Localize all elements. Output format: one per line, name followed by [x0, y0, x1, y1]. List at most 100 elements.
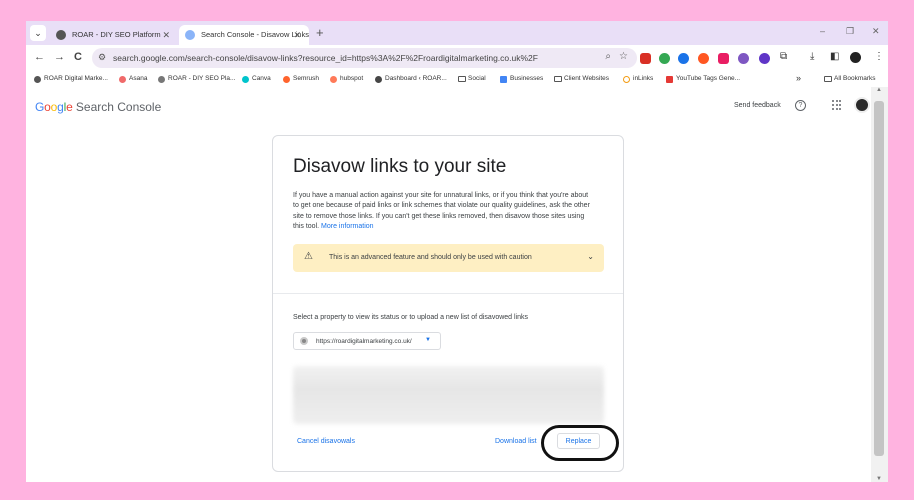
wordpress-icon [375, 76, 382, 83]
extension-icon[interactable] [640, 53, 651, 64]
roar-icon [158, 76, 165, 83]
folder-icon [554, 76, 562, 82]
scroll-up-icon[interactable]: ▲ [876, 87, 882, 93]
cancel-disavowals-button[interactable]: Cancel disavowals [297, 438, 355, 445]
roar-favicon-icon [56, 30, 66, 40]
back-button[interactable]: ← [34, 51, 45, 63]
semrush-icon [283, 76, 290, 83]
tab-close-icon[interactable]: ✕ [293, 25, 301, 45]
bookmark-label: Dashboard ‹ ROAR... [385, 75, 447, 82]
forward-button[interactable]: → [54, 51, 65, 63]
browser-menu-icon[interactable]: ⋮ [874, 51, 884, 62]
bookmark-label: inLinks [633, 75, 654, 82]
disavow-card: Disavow links to your site If you have a… [272, 135, 624, 472]
bookmark-label: Canva [252, 75, 271, 82]
extension-icon[interactable] [678, 53, 689, 64]
minimize-button[interactable]: – [820, 26, 825, 36]
extension-icon[interactable] [659, 53, 670, 64]
url-text[interactable]: search.google.com/search-console/disavow… [113, 53, 538, 63]
extension-icon[interactable] [698, 53, 709, 64]
extension-icon[interactable] [738, 53, 749, 64]
redacted-disavow-status [293, 366, 604, 424]
dropdown-arrow-icon: ▼ [425, 337, 431, 343]
tab-label: ROAR - DIY SEO Platform [72, 30, 161, 39]
bookmark-item[interactable]: Canva [242, 73, 271, 85]
property-dropdown[interactable]: https://roardigitalmarketing.co.uk/ ▼ [293, 332, 441, 350]
scroll-down-icon[interactable]: ▼ [876, 476, 882, 482]
tab-search-button[interactable]: ⌄ [30, 25, 46, 41]
bookmark-item[interactable]: ROAR - DIY SEO Pla... [158, 73, 235, 85]
hubspot-icon [330, 76, 337, 83]
canva-icon [242, 76, 249, 83]
bookmarks-overflow-button[interactable]: » [796, 73, 801, 84]
bookmark-label: hubspot [340, 75, 364, 82]
folder-icon [824, 76, 832, 82]
tab-close-icon[interactable]: ✕ [162, 25, 170, 45]
bookmark-folder[interactable]: Businesses [500, 73, 543, 85]
browser-toolbar: ← → C ⚙ search.google.com/search-console… [26, 45, 888, 71]
page-scrollbar[interactable]: ▲ ▼ [871, 87, 888, 482]
roar-icon [34, 76, 41, 83]
all-bookmarks-folder[interactable]: All Bookmarks [824, 73, 876, 85]
zoom-icon[interactable]: ⌕ [605, 51, 611, 62]
scroll-thumb[interactable] [874, 101, 884, 456]
search-console-page: Google Search Console Send feedback ? Di… [26, 87, 888, 482]
asana-icon [119, 76, 126, 83]
close-window-button[interactable]: ✕ [872, 26, 880, 37]
search-console-logo[interactable]: Google Search Console [35, 100, 161, 114]
browser-window: ⌄ ROAR - DIY SEO Platform ✕ Search Conso… [26, 21, 888, 482]
bookmark-label: Semrush [293, 75, 320, 82]
bookmark-label: Asana [129, 75, 148, 82]
caution-banner[interactable]: ⚠ This is an advanced feature and should… [293, 244, 604, 272]
bookmark-item[interactable]: YouTube Tags Gene... [666, 73, 740, 85]
bookmark-folder[interactable]: Social [458, 73, 486, 85]
chevron-down-icon[interactable]: ⌄ [587, 252, 594, 261]
bookmark-label: All Bookmarks [834, 75, 876, 82]
bookmark-label: Businesses [510, 75, 544, 82]
bookmark-item[interactable]: Dashboard ‹ ROAR... [375, 73, 447, 85]
google-logo-text: Google [35, 100, 73, 114]
extension-icon[interactable] [759, 53, 770, 64]
divider [273, 293, 623, 294]
bookmarks-bar: ROAR Digital Marke... Asana ROAR - DIY S… [26, 71, 888, 87]
bookmark-item[interactable]: Semrush [283, 73, 319, 85]
property-url: https://roardigitalmarketing.co.uk/ [316, 338, 412, 345]
more-information-link[interactable]: More information [321, 223, 374, 230]
bookmark-label: Social [468, 75, 486, 82]
businesses-icon [500, 76, 507, 83]
help-icon[interactable]: ? [795, 100, 806, 111]
bookmark-label: YouTube Tags Gene... [676, 75, 741, 82]
tab-search-console[interactable]: Search Console - Disavow Links ✕ [179, 25, 309, 45]
side-panel-icon[interactable]: ◧ [830, 51, 839, 62]
extensions-puzzle-icon[interactable]: ⧉ [780, 51, 787, 62]
replace-highlight-annotation [541, 425, 619, 461]
send-feedback-button[interactable]: Send feedback [734, 102, 781, 109]
tab-roar-platform[interactable]: ROAR - DIY SEO Platform ✕ [50, 25, 178, 45]
download-list-button[interactable]: Download list [495, 438, 537, 445]
bookmark-item[interactable]: inLinks [623, 73, 653, 85]
bookmark-item[interactable]: hubspot [330, 73, 363, 85]
download-icon[interactable]: ⤓ [810, 51, 814, 62]
address-bar[interactable]: ⚙ search.google.com/search-console/disav… [92, 48, 637, 68]
folder-icon [458, 76, 466, 82]
profile-avatar-icon[interactable] [850, 52, 861, 63]
property-favicon-icon [300, 337, 308, 345]
site-info-icon[interactable]: ⚙ [98, 52, 106, 63]
bookmark-label: Client Websites [564, 75, 610, 82]
bookmark-item[interactable]: ROAR Digital Marke... [34, 73, 108, 85]
bookmark-item[interactable]: Asana [119, 73, 147, 85]
search-console-favicon-icon [185, 30, 195, 40]
caution-text: This is an advanced feature and should o… [329, 254, 532, 261]
restore-button[interactable]: ❐ [846, 26, 854, 37]
bookmark-star-icon[interactable]: ☆ [619, 51, 628, 62]
bookmark-folder[interactable]: Client Websites [554, 73, 609, 85]
account-avatar[interactable] [854, 97, 870, 113]
page-title: Disavow links to your site [293, 156, 507, 177]
extension-icon[interactable] [718, 53, 729, 64]
tab-strip: ⌄ ROAR - DIY SEO Platform ✕ Search Conso… [26, 21, 888, 45]
new-tab-button[interactable]: + [316, 25, 324, 41]
reload-button[interactable]: C [74, 51, 82, 63]
youtube-tags-icon [666, 76, 673, 83]
google-apps-icon[interactable] [832, 100, 842, 110]
inlinks-icon [623, 76, 630, 83]
